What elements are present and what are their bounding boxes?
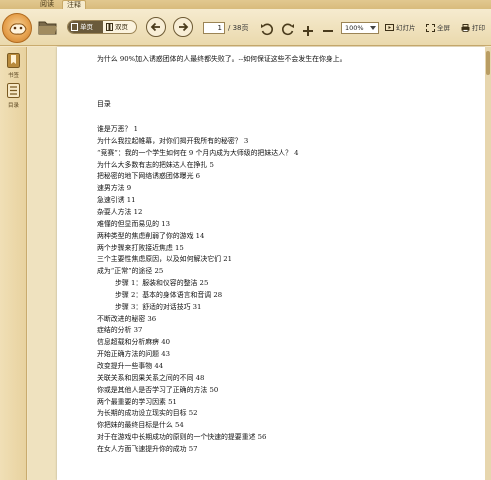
- toc-entry[interactable]: 你把妹的最终目标是什么 54: [97, 421, 184, 430]
- sidebar-item-label: 书签: [7, 73, 19, 79]
- toc-entry[interactable]: “竞赛”：我的一个学生如何在 9 个月内成为大师级的把妹达人？ 4: [97, 149, 299, 158]
- next-page-button[interactable]: [173, 17, 193, 37]
- slideshow-label: 幻灯片: [396, 24, 416, 32]
- toc-entry[interactable]: 关联关系和因果关系之间的不同 48: [97, 374, 204, 383]
- toc-entry[interactable]: 对于在游戏中长期成功的原则的一个快速的提要重述 56: [97, 433, 266, 442]
- toc-entry[interactable]: 急速引诱 11: [97, 196, 136, 205]
- toc-entry[interactable]: 信息超载和分析麻痹 40: [97, 338, 170, 347]
- page-number-input[interactable]: 1: [203, 22, 225, 34]
- toc-entry[interactable]: 谁是万恶？ 1: [97, 125, 138, 134]
- menu-tabbar: 阅读 注释: [0, 0, 491, 9]
- single-page-icon: [71, 23, 78, 31]
- double-page-icon: [106, 23, 113, 31]
- toc-entry[interactable]: 改变提升一些事物 44: [97, 362, 163, 371]
- zoom-select[interactable]: 100%: [341, 22, 379, 34]
- previous-page-button[interactable]: [146, 17, 166, 37]
- arrow-right-icon: [179, 22, 189, 32]
- toc-entry[interactable]: 三个主要性焦虑原因，以及如何解决它们 21: [97, 255, 232, 264]
- double-page-label: 双页: [115, 23, 128, 31]
- toc-entry[interactable]: 两种类型的焦虑削弱了你的游戏 14: [97, 232, 204, 241]
- toc-entry[interactable]: 难懂的但显而易见的 13: [97, 220, 170, 229]
- toc-title: 目录: [97, 100, 111, 108]
- bookmark-icon: [7, 53, 20, 68]
- sidebar-item-bookmarks[interactable]: 书签: [3, 53, 24, 80]
- double-page-button[interactable]: 双页: [103, 21, 136, 33]
- toc-entry[interactable]: 把秘密的地下网络诱惑团体曝光 6: [97, 172, 200, 181]
- chevron-down-icon: [370, 26, 376, 30]
- slideshow-icon: [385, 24, 394, 31]
- zoom-value: 100%: [345, 24, 364, 32]
- arrow-left-icon: [150, 22, 160, 32]
- toc-entry[interactable]: 在女人方面飞速提升你的成功 57: [97, 445, 198, 454]
- toc-entry[interactable]: 不断改进的秘密 36: [97, 315, 156, 324]
- app-logo-icon: [9, 23, 27, 35]
- printer-icon: [461, 24, 470, 32]
- fullscreen-icon: [426, 24, 435, 32]
- toolbar: 单页 双页 1 / 38页 100% 幻灯片 全屏 打印: [0, 9, 491, 46]
- list-icon: [7, 83, 20, 98]
- toc-entry[interactable]: 速男方法 9: [97, 184, 131, 193]
- single-page-label: 单页: [80, 23, 93, 31]
- sidebar: 书签 目录: [0, 47, 27, 480]
- rotate-left-icon: [261, 23, 273, 36]
- app-logo[interactable]: [2, 13, 32, 43]
- document-page: 为什么 90%加入诱惑团体的人最终都失败了。--如何保证这些不会发生在你身上。 …: [57, 47, 485, 480]
- zoom-out-button[interactable]: [322, 22, 334, 34]
- toc-entry[interactable]: 成为“正常”的途径 25: [97, 267, 163, 276]
- toc-entry[interactable]: 步骤 3：舒适的对话技巧 31: [115, 303, 201, 312]
- slideshow-button[interactable]: 幻灯片: [385, 22, 416, 34]
- plus-icon: [303, 26, 313, 36]
- scrollbar-thumb[interactable]: [486, 51, 490, 75]
- zoom-in-button[interactable]: [302, 22, 314, 36]
- print-label: 打印: [472, 24, 485, 32]
- toc-entry[interactable]: 为长期的成功设立现实的目标 52: [97, 409, 198, 418]
- minus-icon: [323, 30, 333, 32]
- open-folder-button[interactable]: [37, 17, 59, 37]
- toc-entry[interactable]: 杂耍人方法 12: [97, 208, 142, 217]
- intro-text: 为什么 90%加入诱惑团体的人最终都失败了。--如何保证这些不会发生在你身上。: [97, 55, 347, 63]
- fullscreen-label: 全屏: [437, 24, 450, 32]
- toc-entry[interactable]: 为什么大多数有志的把妹达人在挣扎 5: [97, 161, 214, 170]
- document-viewer[interactable]: 为什么 90%加入诱惑团体的人最终都失败了。--如何保证这些不会发生在你身上。 …: [28, 47, 491, 480]
- rotate-right-icon: [282, 23, 294, 36]
- toc-entry[interactable]: 为什么我拉起帷幕，对你们揭开我所有的秘密？ 3: [97, 137, 248, 146]
- page-total: / 38页: [228, 24, 249, 32]
- print-button[interactable]: 打印: [461, 22, 485, 34]
- single-page-button[interactable]: 单页: [68, 21, 103, 33]
- toc-entry[interactable]: 开始正确方法的问题 43: [97, 350, 170, 359]
- tab-annotate[interactable]: 注释: [62, 0, 86, 9]
- rotate-right-button[interactable]: [281, 21, 295, 36]
- tab-read[interactable]: 阅读: [34, 0, 60, 9]
- toc-entry[interactable]: 两个最重要的学习因素 51: [97, 398, 177, 407]
- toc-entry[interactable]: 症结的分析 37: [97, 326, 142, 335]
- toc-entry[interactable]: 两个步骤来打败接近焦虑 15: [97, 244, 184, 253]
- toc-entry[interactable]: 你或是其他人是否学习了正确的方法 50: [97, 386, 218, 395]
- rotate-left-button[interactable]: [260, 21, 274, 36]
- view-mode-group: 单页 双页: [67, 20, 137, 34]
- folder-icon: [38, 21, 57, 35]
- fullscreen-button[interactable]: 全屏: [426, 22, 450, 34]
- toc-entry[interactable]: 步骤 2：基本的身体语言和音调 28: [115, 291, 222, 300]
- toc-entry[interactable]: 步骤 1：服装和仪容的整洁 25: [115, 279, 208, 288]
- sidebar-item-label: 目录: [7, 103, 19, 109]
- vertical-scrollbar[interactable]: [485, 47, 491, 480]
- sidebar-item-contents[interactable]: 目录: [3, 83, 24, 110]
